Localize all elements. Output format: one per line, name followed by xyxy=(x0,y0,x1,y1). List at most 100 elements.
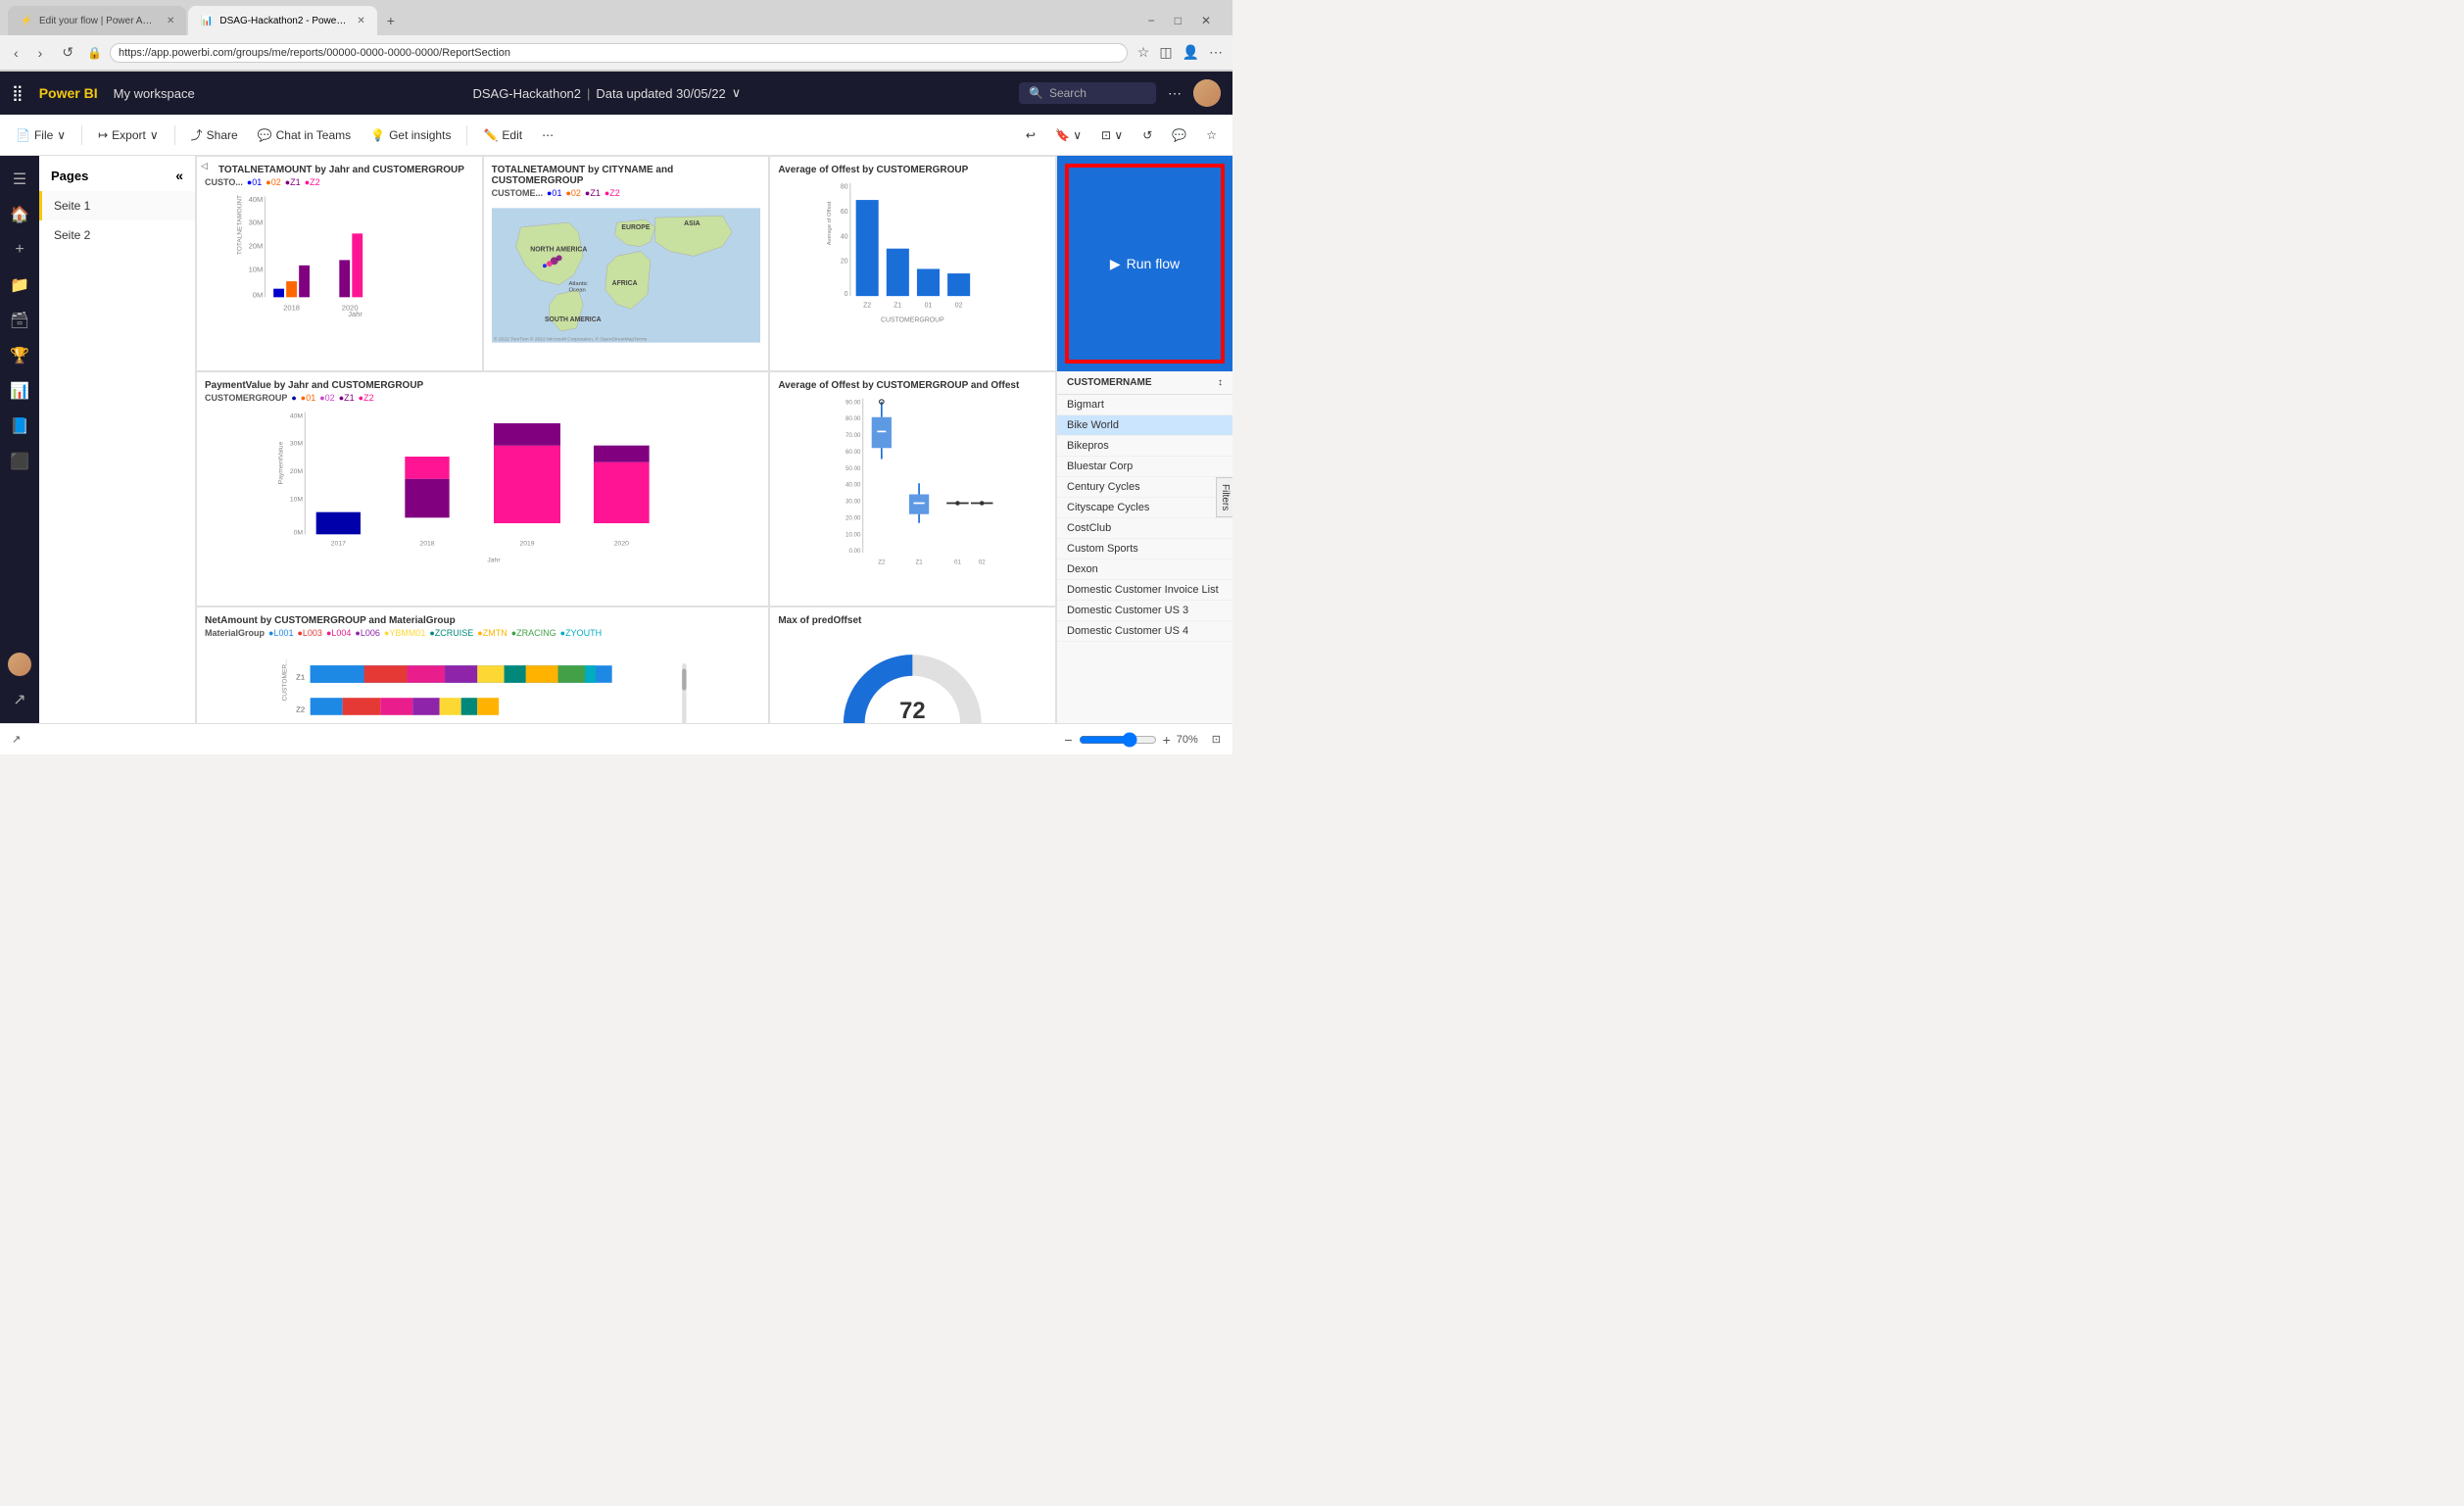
close-tab-pbi[interactable]: ✕ xyxy=(357,16,364,26)
search-box[interactable]: 🔍 Search xyxy=(1019,82,1156,104)
page-label-1: Seite 1 xyxy=(54,199,90,213)
bookmark-button[interactable]: 🔖 ∨ xyxy=(1047,124,1089,146)
chart-totalnetamount-jahr[interactable]: ◁ TOTALNETAMOUNT by Jahr and CUSTOMERGRO… xyxy=(196,156,483,371)
maximize-button[interactable]: □ xyxy=(1169,12,1187,29)
customer-cityscape[interactable]: Cityscape Cycles xyxy=(1057,498,1232,518)
favorite-button[interactable]: ☆ xyxy=(1198,124,1225,146)
nav-browse-icon[interactable]: 📁 xyxy=(4,269,35,301)
customer-dom-invoice-label: Domestic Customer Invoice List xyxy=(1067,584,1219,596)
report-name: DSAG-Hackathon2 xyxy=(472,86,581,101)
customer-century[interactable]: Century Cycles xyxy=(1057,477,1232,498)
chart-paymentvalue-jahr[interactable]: PaymentValue by Jahr and CUSTOMERGROUP C… xyxy=(196,371,769,607)
export-icon: ↦ xyxy=(98,128,108,142)
toolbar: 📄 File ∨ ↦ Export ∨ ⤴ Share 💬 Chat in Te… xyxy=(0,115,1232,156)
user-avatar[interactable] xyxy=(1193,79,1221,107)
powerbi-logo: Power BI xyxy=(39,85,98,101)
zoom-slider[interactable] xyxy=(1079,732,1157,748)
close-tab-pa[interactable]: ✕ xyxy=(167,16,174,26)
chart3-title: Average of Offest by CUSTOMERGROUP xyxy=(778,165,1047,175)
chart-map[interactable]: TOTALNETAMOUNT by CITYNAME and CUSTOMERG… xyxy=(483,156,770,371)
customer-dexon[interactable]: Dexon xyxy=(1057,559,1232,580)
nav-metrics-icon[interactable]: 📊 xyxy=(4,375,35,407)
dropdown-icon[interactable]: ∨ xyxy=(732,85,742,101)
waffle-menu-icon[interactable]: ⣿ xyxy=(12,83,24,103)
new-tab-button[interactable]: + xyxy=(379,9,403,32)
nav-learn-icon[interactable]: 📘 xyxy=(4,411,35,442)
pages-list: Seite 1 Seite 2 xyxy=(39,191,195,250)
svg-text:50.00: 50.00 xyxy=(845,465,861,472)
tab-bar: ⚡ Edit your flow | Power Automate ✕ 📊 DS… xyxy=(0,0,1232,35)
nav-search-icon[interactable]: 🏠 xyxy=(4,199,35,230)
tab-power-bi[interactable]: 📊 DSAG-Hackathon2 - Power BI ✕ xyxy=(188,6,376,35)
top-navigation: ⣿ Power BI My workspace DSAG-Hackathon2 … xyxy=(0,72,1232,115)
toolbar-right: ↩ 🔖 ∨ ⊡ ∨ ↺ 💬 ☆ xyxy=(1018,124,1225,146)
nav-apps-icon[interactable]: 🏆 xyxy=(4,340,35,371)
svg-text:Z2: Z2 xyxy=(863,303,871,310)
report-canvas: ◁ TOTALNETAMOUNT by Jahr and CUSTOMERGRO… xyxy=(196,156,1056,723)
forward-button[interactable]: › xyxy=(32,43,49,63)
minimize-button[interactable]: − xyxy=(1142,12,1161,29)
external-link-icon[interactable]: ↗ xyxy=(12,733,21,746)
zoom-minus-button[interactable]: − xyxy=(1064,732,1072,748)
back-button[interactable]: ‹ xyxy=(8,43,24,63)
file-button[interactable]: 📄 File ∨ xyxy=(8,124,73,146)
customer-bluestar-label: Bluestar Corp xyxy=(1067,461,1133,472)
customer-bluestar[interactable]: Bluestar Corp xyxy=(1057,457,1232,477)
more-toolbar-button[interactable]: ⋯ xyxy=(534,124,561,146)
customer-bike-world[interactable]: Bike World xyxy=(1057,415,1232,436)
refresh-data-button[interactable]: ↺ xyxy=(1135,124,1160,146)
customer-custom-sports[interactable]: Custom Sports xyxy=(1057,539,1232,559)
chart-netamount-material[interactable]: NetAmount by CUSTOMERGROUP and MaterialG… xyxy=(196,607,769,723)
customer-sort-icon[interactable]: ↕ xyxy=(1218,377,1223,388)
fit-page-icon[interactable]: ⊡ xyxy=(1212,733,1221,746)
export-button[interactable]: ↦ Export ∨ xyxy=(90,124,167,146)
profile-icon[interactable]: 👤 xyxy=(1181,42,1201,63)
svg-text:0M: 0M xyxy=(253,290,264,299)
nav-expand-icon[interactable]: ↗ xyxy=(4,684,35,715)
chart-offest-customergroup[interactable]: Average of Offest by CUSTOMERGROUP 80 60… xyxy=(769,156,1056,371)
chart-offest-boxplot[interactable]: Average of Offest by CUSTOMERGROUP and O… xyxy=(769,371,1056,607)
bookmark-icon[interactable]: ☆ xyxy=(1135,42,1152,63)
page-item-seite1[interactable]: Seite 1 xyxy=(39,191,195,220)
customer-dom-invoice[interactable]: Domestic Customer Invoice List xyxy=(1057,580,1232,601)
nav-data-icon[interactable]: 🗃 xyxy=(4,305,35,336)
svg-text:2018: 2018 xyxy=(283,303,300,312)
nav-profile-icon[interactable] xyxy=(4,649,35,680)
chat-button[interactable]: 💬 Chat in Teams xyxy=(250,124,359,146)
more-options-icon[interactable]: ⋯ xyxy=(1168,85,1182,102)
nav-create-icon[interactable]: + xyxy=(4,234,35,266)
run-flow-container[interactable]: ▶ Run flow xyxy=(1057,156,1232,371)
nav-home-icon[interactable]: ☰ xyxy=(4,164,35,195)
settings-icon[interactable]: ⋯ xyxy=(1207,42,1225,63)
refresh-button[interactable]: ↺ xyxy=(56,42,79,63)
customer-dom-us4[interactable]: Domestic Customer US 4 xyxy=(1057,621,1232,642)
customer-list-header: CUSTOMERNAME ↕ xyxy=(1057,371,1232,395)
customer-costclub[interactable]: CostClub xyxy=(1057,518,1232,539)
address-input[interactable] xyxy=(110,43,1128,63)
chart6-title: NetAmount by CUSTOMERGROUP and MaterialG… xyxy=(205,615,760,626)
customer-bigmart[interactable]: Bigmart xyxy=(1057,395,1232,415)
comment-button[interactable]: 💬 xyxy=(1164,124,1194,146)
close-button[interactable]: ✕ xyxy=(1195,12,1217,29)
customer-bikepros[interactable]: Bikepros xyxy=(1057,436,1232,457)
share-button[interactable]: ⤴ Share xyxy=(183,122,246,147)
page-item-seite2[interactable]: Seite 2 xyxy=(39,220,195,250)
svg-text:02: 02 xyxy=(979,559,986,565)
tab-power-automate[interactable]: ⚡ Edit your flow | Power Automate ✕ xyxy=(8,6,186,35)
filters-tab[interactable]: Filters xyxy=(1216,477,1232,517)
undo-button[interactable]: ↩ xyxy=(1018,124,1043,146)
collections-icon[interactable]: ◫ xyxy=(1157,42,1174,63)
svg-text:80: 80 xyxy=(841,184,848,191)
zoom-plus-button[interactable]: + xyxy=(1163,732,1171,748)
chart-gauge[interactable]: Max of predOffset 72 0 144 xyxy=(769,607,1056,723)
chart1-title: TOTALNETAMOUNT by Jahr and CUSTOMERGROUP xyxy=(218,165,474,175)
svg-text:30M: 30M xyxy=(249,219,264,227)
customer-dom-us3[interactable]: Domestic Customer US 3 xyxy=(1057,601,1232,621)
run-flow-button[interactable]: ▶ Run flow xyxy=(1110,256,1180,272)
insights-button[interactable]: 💡 Get insights xyxy=(362,124,459,146)
edit-button[interactable]: ✏️ Edit xyxy=(475,124,530,146)
view-button[interactable]: ⊡ ∨ xyxy=(1093,124,1131,146)
collapse-pages-icon[interactable]: « xyxy=(175,168,183,183)
workspace-label[interactable]: My workspace xyxy=(114,86,195,101)
nav-monitor-icon[interactable]: ⬛ xyxy=(4,446,35,477)
